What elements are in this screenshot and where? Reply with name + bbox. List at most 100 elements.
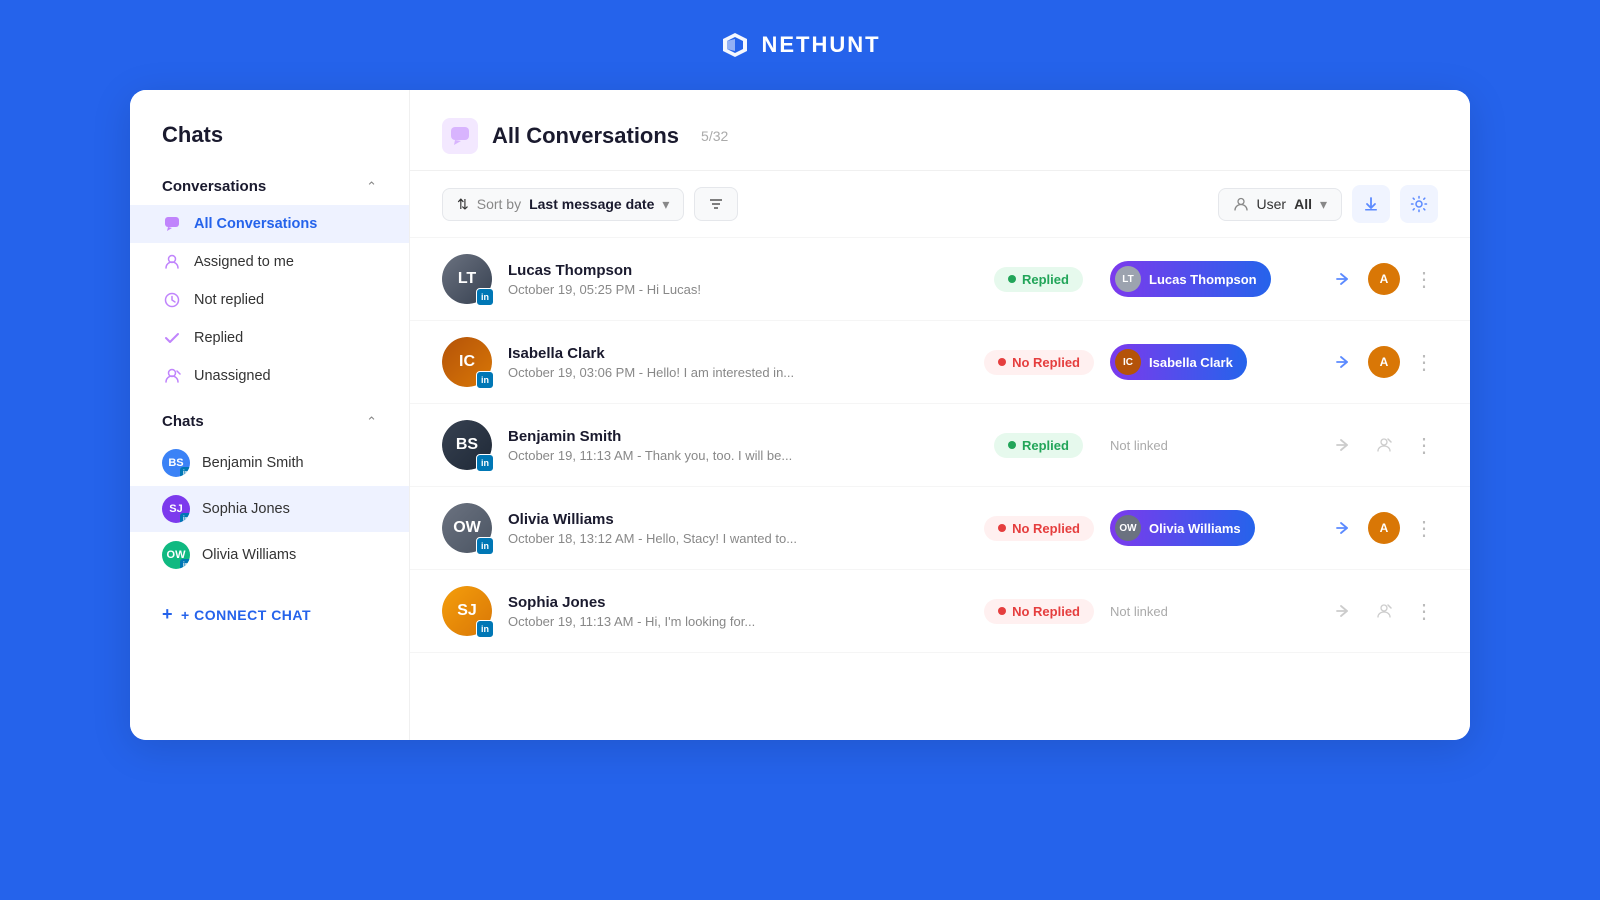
user-filter-button[interactable]: User All ▾ [1218, 188, 1342, 221]
sidebar: Chats Conversations ⌃ All Conversations [130, 90, 410, 740]
status-dot-red-icon [998, 358, 1006, 366]
sidebar-chat-olivia-williams[interactable]: OW in Olivia Williams [130, 532, 409, 578]
more-button-olivia[interactable]: ⋮ [1410, 516, 1438, 541]
app-container: Chats Conversations ⌃ All Conversations [130, 90, 1470, 740]
download-icon [1362, 195, 1380, 213]
sidebar-chat-sophia-jones[interactable]: SJ in Sophia Jones [130, 486, 409, 532]
conv-avatar-wrap-isabella: IC in [442, 337, 492, 387]
chats-section: Chats ⌃ BS in Benjamin Smith SJ in Sophi… [130, 403, 409, 578]
header-left: All Conversations 5/32 [442, 118, 728, 154]
more-button-benjamin[interactable]: ⋮ [1410, 433, 1438, 458]
sidebar-item-unassigned[interactable]: Unassigned [130, 357, 409, 395]
conv-status-sophia: No Replied [984, 599, 1094, 624]
sort-button[interactable]: ⇅ Sort by Last message date ▾ [442, 188, 684, 221]
sidebar-item-unassigned-label: Unassigned [194, 368, 271, 384]
chats-chevron-up-icon: ⌃ [366, 414, 377, 430]
chats-section-header[interactable]: Chats ⌃ [130, 403, 409, 440]
conv-row-lucas-thompson[interactable]: LT in Lucas Thompson October 19, 05:25 P… [410, 238, 1470, 321]
sidebar-item-assigned-to-me[interactable]: Assigned to me [130, 243, 409, 281]
sidebar-item-all-conversations-label: All Conversations [194, 216, 317, 232]
sidebar-chat-benjamin-smith[interactable]: BS in Benjamin Smith [130, 440, 409, 486]
conv-info-lucas: Lucas Thompson October 19, 05:25 PM - Hi… [508, 262, 978, 297]
sidebar-item-not-replied-label: Not replied [194, 292, 264, 308]
linkedin-badge-icon: in [180, 467, 190, 477]
sort-value: Last message date [529, 196, 654, 212]
more-button-sophia[interactable]: ⋮ [1410, 599, 1438, 624]
sidebar-item-not-replied[interactable]: Not replied [130, 281, 409, 319]
conversations-section-header[interactable]: Conversations ⌃ [130, 168, 409, 205]
unassign-icon-benjamin[interactable] [1368, 429, 1400, 461]
sidebar-item-all-conversations[interactable]: All Conversations [130, 205, 409, 243]
assigned-pill-lucas: LT Lucas Thompson [1110, 261, 1271, 297]
conversations-header-icon [442, 118, 478, 154]
linkedin-badge-sophia-conv-icon: in [476, 620, 494, 638]
linkedin-badge-lucas-icon: in [476, 288, 494, 306]
sidebar-chat-sophia-label: Sophia Jones [202, 501, 290, 517]
sidebar-item-replied[interactable]: Replied [130, 319, 409, 357]
more-button-isabella[interactable]: ⋮ [1410, 350, 1438, 375]
conv-name-sophia: Sophia Jones [508, 594, 968, 611]
sort-arrows-icon: ⇅ [457, 196, 469, 213]
conv-row-benjamin-smith[interactable]: BS in Benjamin Smith October 19, 11:13 A… [410, 404, 1470, 487]
top-bar: NETHUNT [0, 0, 1600, 90]
sort-label: Sort by [477, 196, 521, 212]
not-linked-sophia: Not linked [1110, 604, 1168, 619]
conv-info-benjamin: Benjamin Smith October 19, 11:13 AM - Th… [508, 428, 978, 463]
assigned-avatar-lucas: LT [1115, 266, 1141, 292]
brand-logo: NETHUNT [719, 29, 880, 61]
user-filter-label: User [1257, 196, 1287, 212]
conv-actions-isabella: A ⋮ [1326, 346, 1438, 378]
user-filter-value: All [1294, 196, 1312, 212]
conv-preview-benjamin: October 19, 11:13 AM - Thank you, too. I… [508, 448, 978, 463]
conv-row-isabella-clark[interactable]: IC in Isabella Clark October 19, 03:06 P… [410, 321, 1470, 404]
conv-preview-olivia: October 18, 13:12 AM - Hello, Stacy! I w… [508, 531, 968, 546]
conversations-list: LT in Lucas Thompson October 19, 05:25 P… [410, 238, 1470, 740]
assigned-name-lucas: Lucas Thompson [1149, 272, 1257, 287]
forward-icon-benjamin[interactable] [1326, 429, 1358, 461]
linkedin-badge-olivia-icon: in [180, 559, 190, 569]
conv-status-benjamin: Replied [994, 433, 1094, 458]
conv-actions-lucas: A ⋮ [1326, 263, 1438, 295]
sort-chevron-icon: ▾ [662, 196, 669, 213]
forward-icon-sophia[interactable] [1326, 595, 1358, 627]
settings-icon [1410, 195, 1428, 213]
conv-name-benjamin: Benjamin Smith [508, 428, 978, 445]
more-button-lucas[interactable]: ⋮ [1410, 267, 1438, 292]
conv-name-olivia: Olivia Williams [508, 511, 968, 528]
header-count: 5/32 [701, 128, 728, 144]
linkedin-badge-olivia-conv-icon: in [476, 537, 494, 555]
chat-bubble-icon [162, 214, 182, 234]
status-dot-red3-icon [998, 607, 1006, 615]
status-badge-isabella: No Replied [984, 350, 1094, 375]
linkedin-badge-isabella-icon: in [476, 371, 494, 389]
sidebar-chat-olivia-label: Olivia Williams [202, 547, 296, 563]
forward-icon-olivia[interactable] [1326, 512, 1358, 544]
conv-actions-sophia: ⋮ [1326, 595, 1438, 627]
clock-icon [162, 290, 182, 310]
assigned-avatar-olivia: OW [1115, 515, 1141, 541]
action-avatar-olivia: A [1368, 512, 1400, 544]
connect-chat-button[interactable]: + + CONNECT CHAT [130, 590, 409, 639]
forward-icon-lucas[interactable] [1326, 263, 1358, 295]
unassign-icon-sophia[interactable] [1368, 595, 1400, 627]
conv-avatar-wrap-benjamin: BS in [442, 420, 492, 470]
filter-lines-button[interactable] [694, 187, 738, 221]
conv-info-olivia: Olivia Williams October 18, 13:12 AM - H… [508, 511, 968, 546]
status-dot-green2-icon [1008, 441, 1016, 449]
settings-button[interactable] [1400, 185, 1438, 223]
brand-name: NETHUNT [761, 32, 880, 58]
download-button[interactable] [1352, 185, 1390, 223]
assigned-name-isabella: Isabella Clark [1149, 355, 1233, 370]
assigned-name-olivia: Olivia Williams [1149, 521, 1241, 536]
status-badge-olivia: No Replied [984, 516, 1094, 541]
status-dot-red2-icon [998, 524, 1006, 532]
conv-actions-olivia: A ⋮ [1326, 512, 1438, 544]
conv-name-lucas: Lucas Thompson [508, 262, 978, 279]
forward-icon-isabella[interactable] [1326, 346, 1358, 378]
conv-row-olivia-williams[interactable]: OW in Olivia Williams October 18, 13:12 … [410, 487, 1470, 570]
conv-avatar-wrap-olivia: OW in [442, 503, 492, 553]
conv-row-sophia-jones[interactable]: SJ in Sophia Jones October 19, 11:13 AM … [410, 570, 1470, 653]
conv-status-lucas: Replied [994, 267, 1094, 292]
conv-assigned-sophia: Not linked [1110, 604, 1310, 619]
sidebar-chat-benjamin-label: Benjamin Smith [202, 455, 304, 471]
